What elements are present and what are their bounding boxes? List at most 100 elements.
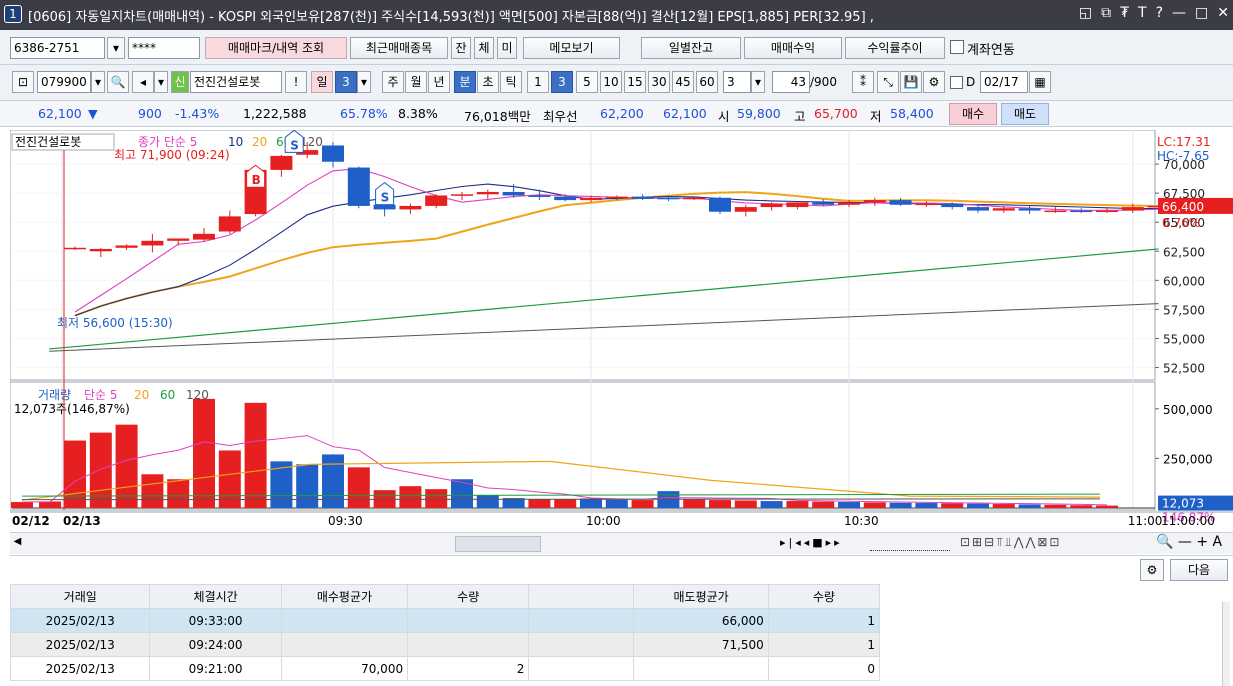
recent-trades-button[interactable]: 최근매매종목	[350, 37, 448, 59]
table-scrollbar[interactable]	[1222, 602, 1230, 686]
chart-settings-icon[interactable]: ⊡	[12, 71, 34, 93]
account-number-input[interactable]: 6386-2751	[10, 37, 105, 59]
font-icon[interactable]: T	[1138, 5, 1147, 21]
period-tick-button[interactable]: 틱	[500, 71, 522, 93]
save-icon[interactable]: 💾	[900, 71, 922, 93]
account-link-checkbox[interactable]	[950, 40, 964, 54]
candle-body	[528, 195, 551, 197]
candle-body	[786, 202, 809, 208]
tile-icon[interactable]: ⧉	[1101, 5, 1111, 21]
trade-mark-query-button[interactable]: 매매마크/내역 조회	[205, 37, 347, 59]
pin-icon[interactable]: ₮	[1120, 5, 1129, 21]
period-second-button[interactable]: 초	[477, 71, 499, 93]
draw-tool-icon[interactable]: ⤡	[877, 71, 899, 93]
interval-60-button[interactable]: 60	[696, 71, 718, 93]
sell-marker-label: S	[290, 138, 299, 152]
chart-toolbar: ⊡ 079900 ▾ 🔍 ◂ ▾ 신 전진건설로봇 ! 일 3 ▾ 주 월 년 …	[0, 65, 1233, 101]
interval-15-button[interactable]: 15	[624, 71, 646, 93]
new-listing-badge: 신	[171, 71, 189, 93]
volume-bar	[1018, 504, 1041, 508]
stock-code-dropdown[interactable]: ▾	[91, 71, 105, 93]
table-cell: 70,000	[280, 656, 409, 681]
scroll-left-icon[interactable]: ◀	[10, 536, 25, 552]
alert-button[interactable]: !	[285, 71, 307, 93]
trade-volume: 1,222,588	[243, 106, 307, 121]
candle-body	[1044, 210, 1067, 213]
memo-view-button[interactable]: 메모보기	[523, 37, 620, 59]
interval-5-button[interactable]: 5	[576, 71, 598, 93]
period-week-button[interactable]: 주	[382, 71, 404, 93]
table-cell	[280, 608, 409, 633]
table-row[interactable]: 2025/02/13 09:21:00 70,000 2 0	[9, 656, 881, 681]
bar-count-input[interactable]: 43	[772, 71, 810, 93]
account-dropdown-button[interactable]: ▾	[107, 37, 125, 59]
executed-button[interactable]: 체	[474, 37, 494, 59]
restore-icon[interactable]: ◱	[1079, 5, 1092, 21]
period-day-count[interactable]: 3	[335, 71, 357, 93]
drawing-tools[interactable]: ⊡⊞⊟⫪⫫⋀⋀⊠⊡	[960, 535, 1062, 550]
password-input[interactable]: ****	[128, 37, 200, 59]
daily-balance-button[interactable]: 일별잔고	[641, 37, 741, 59]
stock-name-field[interactable]: 전진건설로봇	[190, 71, 282, 93]
date-checkbox[interactable]	[950, 76, 963, 89]
return-trend-button[interactable]: 수익률추이	[845, 37, 945, 59]
date-check-label: D	[966, 75, 976, 89]
period-year-button[interactable]: 년	[428, 71, 450, 93]
zoom-controls[interactable]: 🔍 — + A	[1156, 534, 1222, 550]
volume-bar	[141, 474, 164, 508]
interval-dropdown[interactable]: ▾	[751, 71, 765, 93]
trade-profit-button[interactable]: 매매수익	[744, 37, 842, 59]
next-button[interactable]: 다음	[1170, 559, 1228, 581]
maximize-icon[interactable]: □	[1195, 5, 1208, 21]
volume-bar	[1070, 505, 1093, 508]
interval-3-button[interactable]: 3	[551, 71, 573, 93]
scroll-thumb[interactable]	[455, 536, 541, 552]
table-row[interactable]: 2025/02/13 09:33:00 66,000 1	[9, 608, 881, 633]
table-cell	[528, 656, 635, 681]
period-minute-button[interactable]: 분	[454, 71, 476, 93]
column-header[interactable]: 매도평균가	[633, 584, 769, 609]
crosshair-icon[interactable]: ⁑	[852, 71, 874, 93]
interval-45-button[interactable]: 45	[672, 71, 694, 93]
help-icon[interactable]: ?	[1156, 5, 1163, 21]
column-header[interactable]: 수량	[767, 584, 881, 609]
zoom-slider[interactable]	[870, 535, 950, 551]
balance-button[interactable]: 잔	[451, 37, 471, 59]
playback-controls[interactable]: ▸|◂◂■▸▸	[780, 536, 843, 549]
table-row[interactable]: 2025/02/13 09:24:00 71,500 1	[9, 632, 881, 657]
interval-1-button[interactable]: 1	[527, 71, 549, 93]
interval-30-button[interactable]: 30	[648, 71, 670, 93]
table-cell: 09:21:00	[149, 656, 282, 681]
price-volume-chart[interactable]: 70,00067,50065,00062,50060,00057,50055,0…	[9, 129, 1233, 532]
volume-bar	[992, 504, 1015, 508]
column-header[interactable]: 거래일	[9, 584, 151, 609]
unexecuted-button[interactable]: 미	[497, 37, 517, 59]
chart-panel[interactable]: 70,000 67,500 65,000 62,500 60,000 57,500 55,0…	[9, 129, 1233, 532]
sell-button[interactable]: 매도	[1001, 103, 1049, 125]
close-icon[interactable]: ✕	[1217, 5, 1229, 21]
gear-icon[interactable]: ⚙	[923, 71, 945, 93]
table-cell: 09:33:00	[149, 608, 282, 633]
period-month-button[interactable]: 월	[405, 71, 427, 93]
speaker-dropdown[interactable]: ▾	[154, 71, 168, 93]
speaker-icon[interactable]: ◂	[132, 71, 154, 93]
search-icon[interactable]: 🔍	[107, 71, 129, 93]
calendar-icon[interactable]: ▦	[1029, 71, 1051, 93]
price-axis-label: 52,500	[1163, 362, 1205, 376]
interval-value-input[interactable]: 3	[723, 71, 751, 93]
price-axis-label: 60,000	[1163, 274, 1205, 288]
column-header[interactable]: 체결시간	[149, 584, 282, 609]
date-input[interactable]: 02/17	[980, 71, 1028, 93]
buy-button[interactable]: 매수	[949, 103, 997, 125]
period-day-dropdown[interactable]: ▾	[357, 71, 371, 93]
gear-icon[interactable]: ⚙	[1140, 559, 1164, 581]
column-header[interactable]: 매수평균가	[280, 584, 409, 609]
column-header[interactable]: 수량	[407, 584, 530, 609]
minimize-icon[interactable]: —	[1172, 5, 1186, 21]
period-day-button[interactable]: 일	[311, 71, 333, 93]
table-cell: 2025/02/13	[9, 632, 151, 657]
interval-10-button[interactable]: 10	[600, 71, 622, 93]
candle-body	[838, 202, 860, 205]
stock-code-input[interactable]: 079900	[37, 71, 91, 93]
column-header[interactable]	[528, 584, 635, 609]
